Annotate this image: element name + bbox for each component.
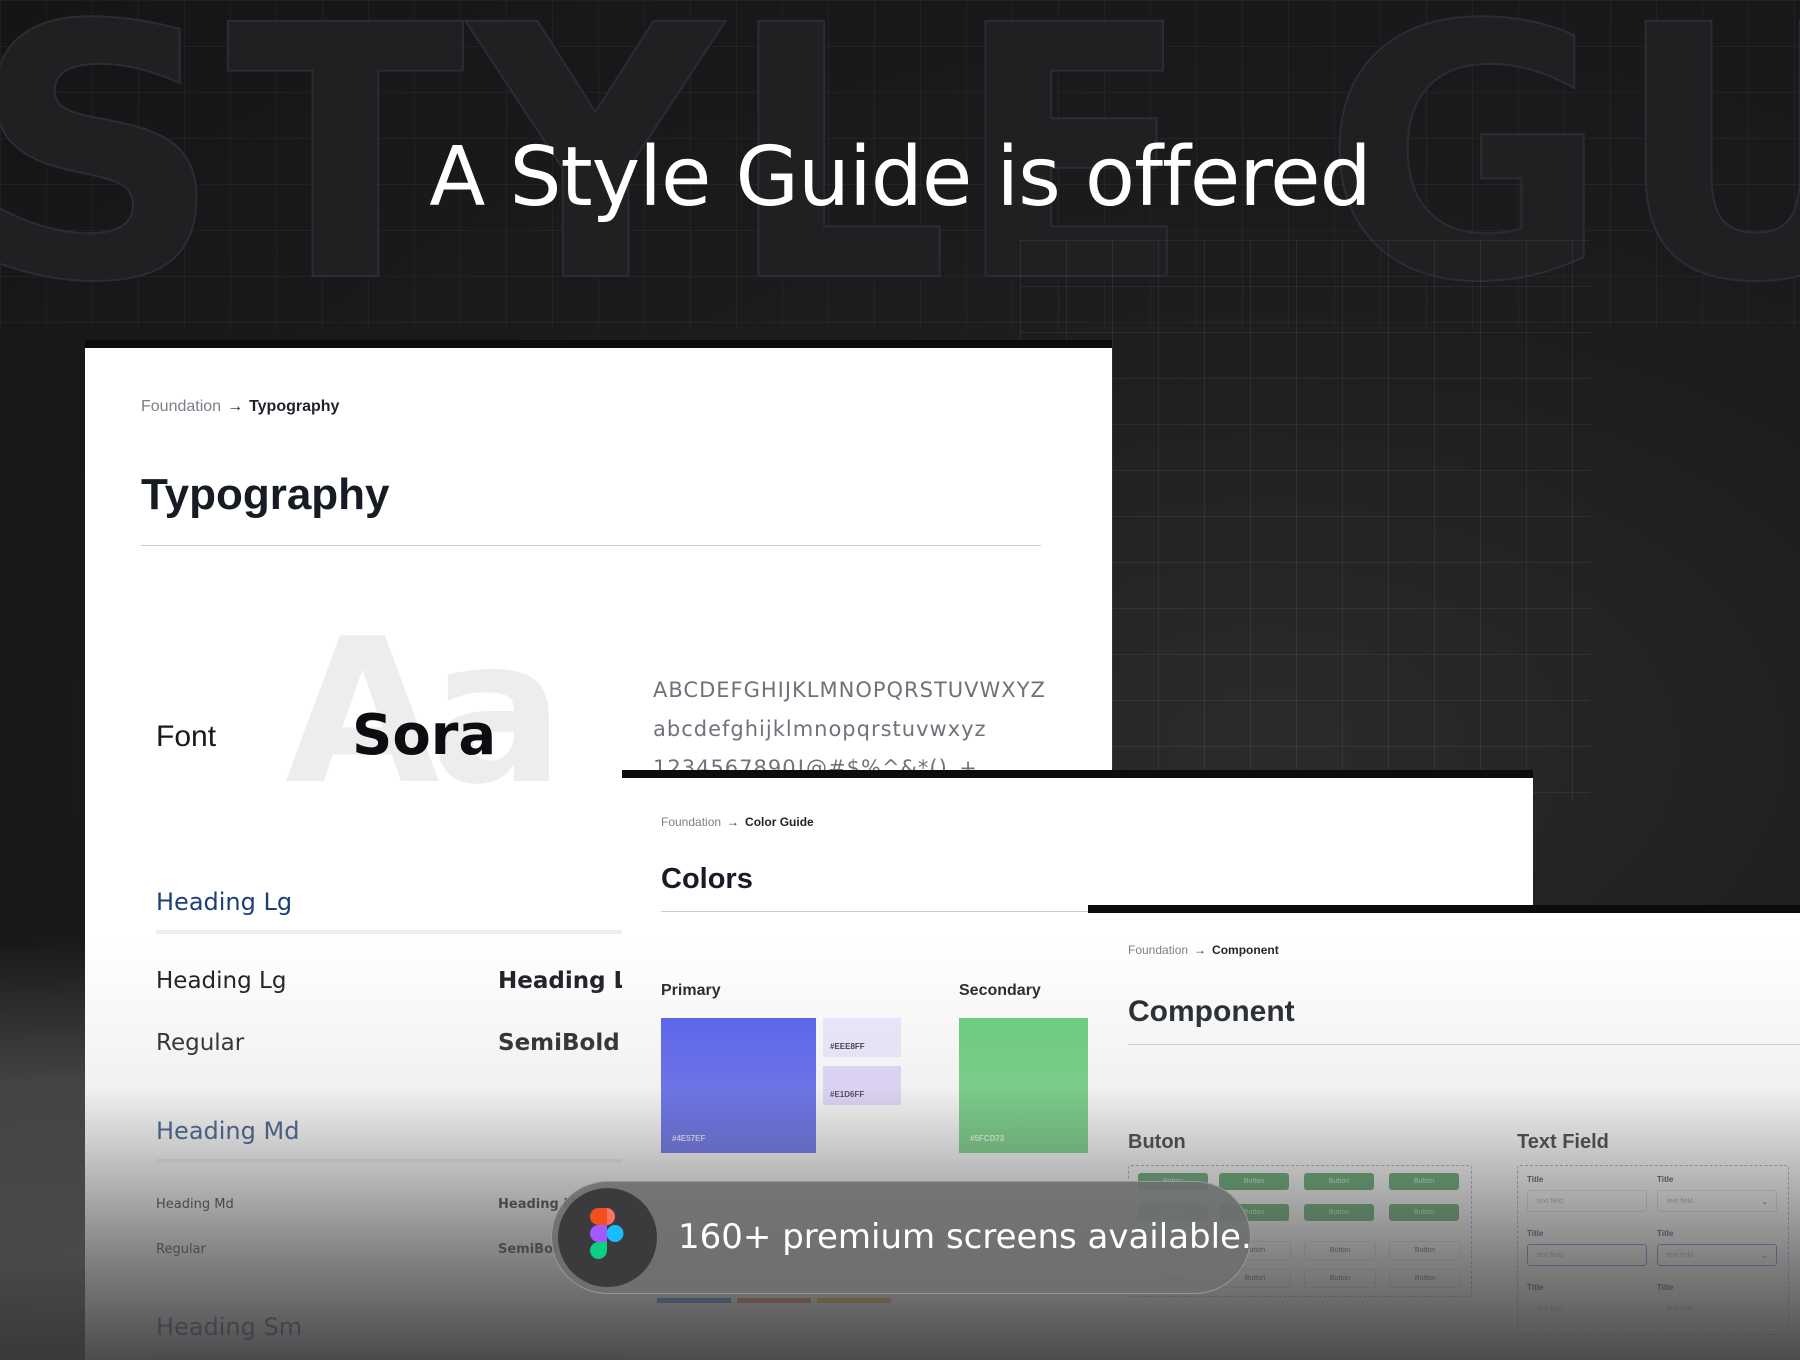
font-label: Font: [156, 720, 217, 753]
section-heading-lg: Heading Lg: [156, 888, 293, 916]
button-section-title: Buton: [1128, 1131, 1186, 1153]
text-field-filled[interactable]: text field: [1527, 1298, 1647, 1320]
primary-tint-swatch: #E1D6FF: [823, 1066, 901, 1105]
secondary-label: Secondary: [959, 982, 1041, 999]
font-name: Sora: [352, 703, 497, 768]
field-title: Title: [1527, 1229, 1544, 1238]
button-sample[interactable]: Button: [1304, 1204, 1374, 1221]
textfield-variants-frame: Title Title text field text field ⌄ Title…: [1517, 1165, 1789, 1335]
secondary-swatch: #5FCD73: [959, 1018, 1089, 1153]
arrow-right-icon: →: [727, 815, 740, 829]
breadcrumb: Foundation → Color Guide: [661, 815, 814, 829]
breadcrumb: Foundation → Component: [1128, 943, 1279, 957]
select-field-active[interactable]: text field ⌄: [1657, 1244, 1777, 1266]
breadcrumb-current: Color Guide: [745, 815, 814, 829]
color-code: #4E57EF: [672, 1134, 706, 1143]
field-placeholder: text field: [1667, 1306, 1694, 1313]
figma-icon: [590, 1208, 624, 1259]
button-sample-outline[interactable]: Button: [1389, 1241, 1461, 1260]
section-divider: [156, 930, 623, 934]
button-sample-outline[interactable]: Button: [1389, 1269, 1461, 1288]
section-heading-md: Heading Md: [156, 1117, 300, 1145]
field-title: Title: [1527, 1283, 1544, 1292]
textfield-section-title: Text Field: [1517, 1131, 1609, 1153]
text-field[interactable]: text field: [1527, 1190, 1647, 1212]
text-field-active[interactable]: text field: [1527, 1244, 1647, 1266]
button-sample-outline[interactable]: Button: [1304, 1241, 1376, 1260]
field-placeholder: text field: [1537, 1198, 1564, 1205]
color-code: #EEE8FF: [830, 1042, 865, 1051]
field-title: Title: [1657, 1229, 1674, 1238]
sample-heading-md-regular: Heading Md: [156, 1197, 234, 1212]
field-placeholder: text field: [1667, 1252, 1694, 1259]
color-stripe: [737, 1298, 811, 1303]
title-divider: [1128, 1044, 1800, 1045]
button-sample[interactable]: Button: [1304, 1173, 1374, 1190]
breadcrumb-parent[interactable]: Foundation: [141, 398, 221, 415]
color-code: #5FCD73: [970, 1134, 1005, 1143]
breadcrumb-current: Component: [1212, 943, 1279, 957]
field-title: Title: [1527, 1175, 1544, 1184]
field-placeholder: text field: [1667, 1198, 1694, 1205]
text-field-filled[interactable]: text field: [1657, 1298, 1777, 1320]
promo-canvas: STYLE GUIDE A Style Guide is offered Fou…: [0, 0, 1800, 1360]
page-title: Typography: [141, 470, 390, 519]
chevron-down-icon: ⌄: [1761, 1251, 1768, 1260]
breadcrumb-current: Typography: [249, 398, 340, 415]
weight-label-semibold: SemiBol: [498, 1242, 558, 1257]
headline: A Style Guide is offered: [429, 130, 1371, 225]
primary-swatch: #4E57EF: [661, 1018, 816, 1153]
color-stripe: [657, 1298, 731, 1303]
arrow-right-icon: →: [1194, 943, 1207, 957]
section-divider: [156, 1355, 623, 1359]
section-divider: [156, 1159, 623, 1163]
breadcrumb-parent[interactable]: Foundation: [1128, 943, 1188, 957]
breadcrumb-parent[interactable]: Foundation: [661, 815, 721, 829]
primary-tint-swatch: #EEE8FF: [823, 1018, 901, 1057]
badge-text: 160+ premium screens available.: [678, 1217, 1252, 1257]
lowercase-glyphs: abcdefghijklmnopqrstuvwxyz: [653, 717, 987, 741]
figma-logo-circle: [558, 1188, 657, 1287]
select-field[interactable]: text field ⌄: [1657, 1190, 1777, 1212]
field-title: Title: [1657, 1283, 1674, 1292]
button-sample[interactable]: Button: [1389, 1173, 1459, 1190]
field-placeholder: text field: [1537, 1252, 1564, 1259]
primary-label: Primary: [661, 982, 721, 999]
arrow-right-icon: →: [227, 398, 244, 415]
page-title: Component: [1128, 995, 1295, 1028]
button-sample[interactable]: Button: [1389, 1204, 1459, 1221]
color-stripe: [817, 1298, 891, 1303]
chevron-down-icon: ⌄: [1761, 1197, 1768, 1206]
weight-label-regular: Regular: [156, 1030, 245, 1056]
field-title: Title: [1657, 1175, 1674, 1184]
page-title: Colors: [661, 863, 753, 895]
section-heading-sm: Heading Sm: [156, 1313, 303, 1341]
field-placeholder: text field: [1537, 1306, 1564, 1313]
color-code: #E1D6FF: [830, 1090, 865, 1099]
breadcrumb: Foundation → Typography: [141, 398, 339, 416]
sample-heading-lg-regular: Heading Lg: [156, 968, 287, 994]
button-sample-outline[interactable]: Button: [1304, 1269, 1376, 1288]
weight-label-regular: Regular: [156, 1242, 206, 1257]
title-divider: [141, 545, 1041, 546]
screens-available-badge: 160+ premium screens available.: [551, 1181, 1252, 1294]
uppercase-glyphs: ABCDEFGHIJKLMNOPQRSTUVWXYZ: [653, 678, 1046, 702]
weight-label-semibold: SemiBold: [498, 1030, 620, 1056]
